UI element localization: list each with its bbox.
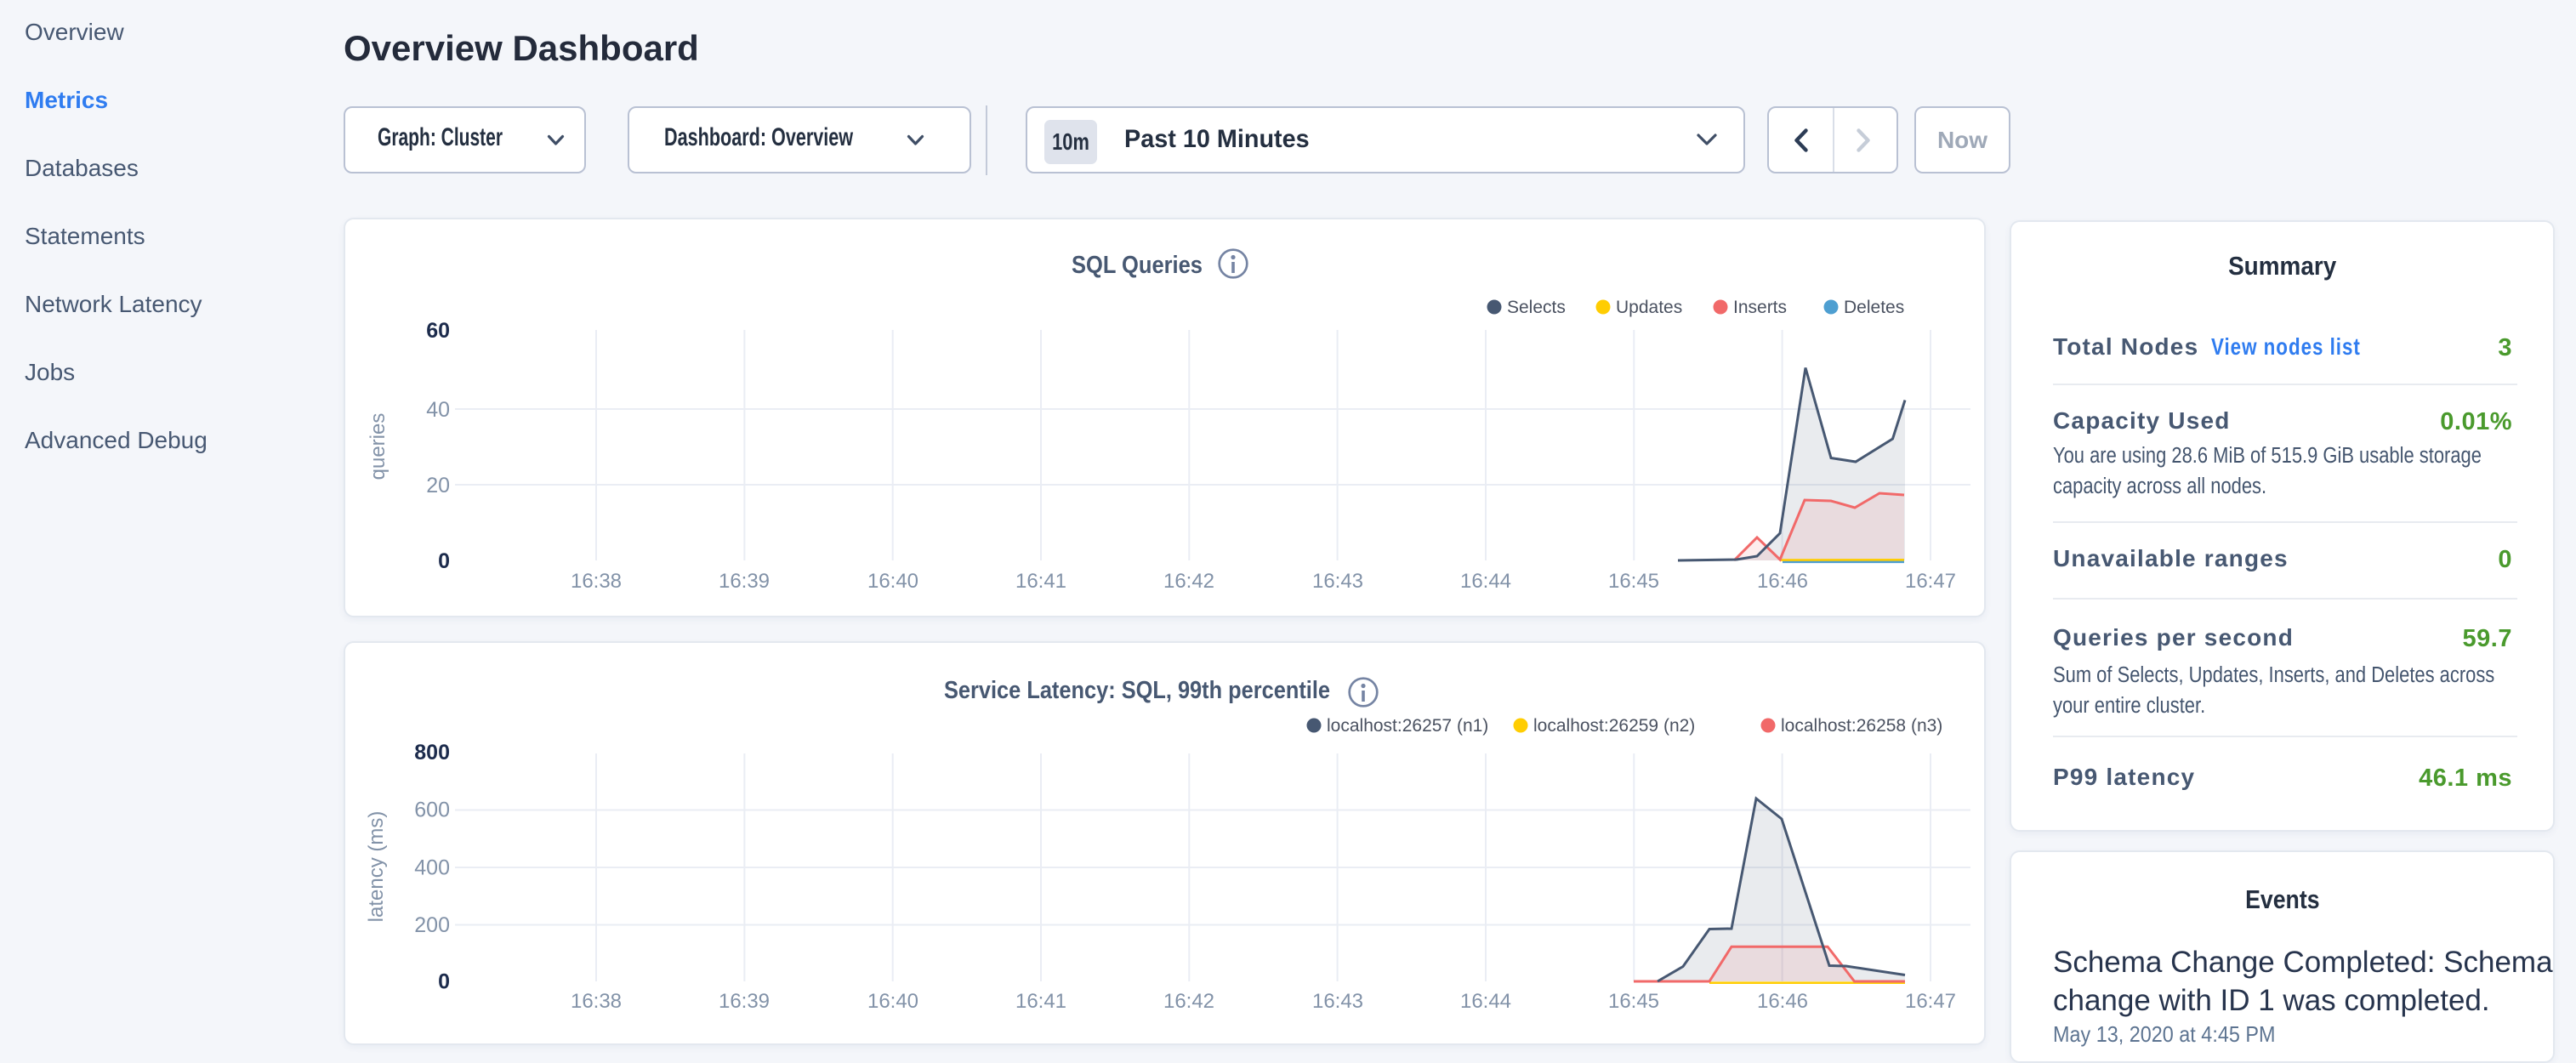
svg-text:Inserts: Inserts [1733, 298, 1787, 317]
svg-text:Updates: Updates [1616, 298, 1682, 317]
svg-text:16:39: 16:39 [719, 570, 770, 593]
svg-text:queries: queries [367, 413, 390, 480]
svg-text:Service Latency: SQL, 99th per: Service Latency: SQL, 99th percentile [944, 677, 1330, 704]
svg-text:16:41: 16:41 [1015, 570, 1066, 593]
svg-text:Deletes: Deletes [1844, 298, 1904, 317]
svg-text:40: 40 [426, 398, 450, 422]
svg-text:16:42: 16:42 [1163, 990, 1214, 1013]
svg-text:16:40: 16:40 [867, 570, 918, 593]
svg-text:16:47: 16:47 [1905, 570, 1956, 593]
svg-text:16:39: 16:39 [719, 990, 770, 1013]
svg-text:Selects: Selects [1507, 298, 1566, 317]
svg-text:localhost:26257 (n1): localhost:26257 (n1) [1327, 716, 1488, 736]
svg-text:16:45: 16:45 [1608, 570, 1659, 593]
svg-text:800: 800 [414, 741, 450, 765]
svg-text:200: 200 [414, 913, 450, 937]
svg-text:localhost:26259 (n2): localhost:26259 (n2) [1533, 716, 1695, 736]
svg-text:600: 600 [414, 799, 450, 822]
svg-text:60: 60 [426, 319, 450, 343]
svg-text:0: 0 [438, 970, 450, 994]
svg-text:16:42: 16:42 [1163, 570, 1214, 593]
svg-text:16:46: 16:46 [1757, 570, 1808, 593]
svg-text:16:45: 16:45 [1608, 990, 1659, 1013]
svg-text:16:43: 16:43 [1312, 570, 1363, 593]
svg-text:16:44: 16:44 [1460, 990, 1511, 1013]
svg-text:16:38: 16:38 [571, 990, 622, 1013]
svg-text:16:43: 16:43 [1312, 990, 1363, 1013]
svg-text:SQL Queries: SQL Queries [1072, 252, 1203, 279]
svg-text:16:46: 16:46 [1757, 990, 1808, 1013]
svg-text:16:47: 16:47 [1905, 990, 1956, 1013]
svg-text:16:41: 16:41 [1015, 990, 1066, 1013]
svg-text:16:40: 16:40 [867, 990, 918, 1013]
svg-text:400: 400 [414, 856, 450, 880]
svg-text:localhost:26258 (n3): localhost:26258 (n3) [1781, 716, 1942, 736]
svg-text:20: 20 [426, 474, 450, 497]
svg-text:latency (ms): latency (ms) [365, 811, 388, 923]
svg-text:16:44: 16:44 [1460, 570, 1511, 593]
svg-text:16:38: 16:38 [571, 570, 622, 593]
svg-text:0: 0 [438, 549, 450, 573]
